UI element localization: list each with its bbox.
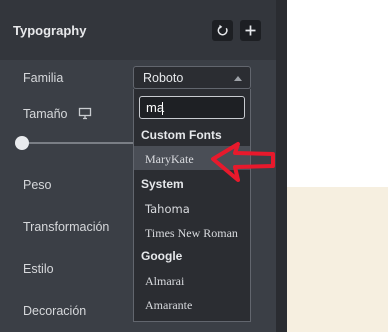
font-search-box[interactable] [139, 96, 245, 119]
monitor-icon[interactable] [78, 106, 92, 120]
option-times-new-roman[interactable]: Times New Roman [145, 226, 238, 241]
annotation-arrow-icon [211, 142, 275, 182]
style-label: Estilo [23, 262, 54, 276]
font-family-select[interactable]: Roboto [133, 66, 251, 89]
size-slider-track[interactable] [22, 142, 142, 144]
decoration-label: Decoración [23, 304, 87, 318]
font-family-selected: Roboto [143, 71, 184, 85]
font-search-input[interactable] [140, 97, 244, 118]
transform-label: Transformación [23, 220, 110, 234]
reset-button[interactable] [212, 20, 233, 41]
option-almarai[interactable]: Almarai [145, 274, 184, 289]
group-system: System [141, 177, 184, 191]
plus-icon [245, 25, 256, 36]
panel-scrollbar[interactable] [276, 0, 287, 332]
size-label: Tamaño [23, 107, 68, 121]
group-google: Google [141, 249, 183, 263]
option-tahoma[interactable]: Tahoma [145, 202, 190, 217]
caret-up-icon [234, 76, 242, 81]
family-label: Familia [23, 71, 64, 85]
option-amarante[interactable]: Amarante [145, 298, 192, 313]
reset-icon [217, 24, 228, 36]
size-slider-handle[interactable] [15, 136, 29, 150]
option-marykate[interactable]: MaryKate [145, 152, 194, 167]
add-button[interactable] [240, 20, 261, 41]
panel-title: Typography [13, 23, 87, 38]
text-cursor [162, 102, 163, 115]
weight-label: Peso [23, 178, 52, 192]
font-family-dropdown: Custom Fonts MaryKate System Tahoma Time… [133, 89, 251, 322]
